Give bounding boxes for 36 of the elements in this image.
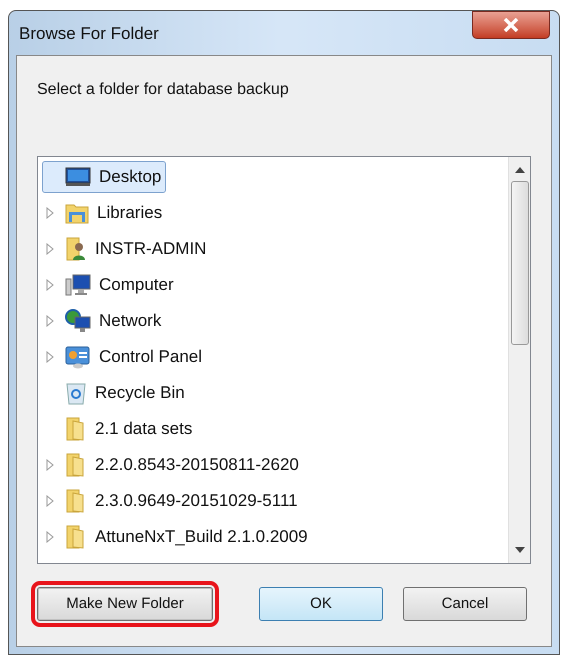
library-folder-icon [65,202,89,224]
tree-item[interactable]: 2.1 data sets [42,413,198,445]
expand-arrow-icon[interactable] [46,243,54,255]
user-folder-icon [65,237,87,261]
dialog-button[interactable]: OK [259,587,383,621]
recycle-bin-icon [65,381,87,405]
expand-arrow-icon[interactable] [46,279,54,291]
scroll-up-icon[interactable] [514,167,524,173]
tree-item[interactable]: 2.3.0.9649-20151029-5111 [42,485,303,517]
network-icon [65,309,91,333]
control-panel-icon [65,345,91,369]
monitor-icon [65,167,91,187]
tree-item[interactable]: AttuneNxT_Build 2.1.0.2009 [42,521,313,553]
scroll-down-icon[interactable] [514,547,524,553]
prompt-text: Select a folder for database backup [37,80,290,100]
tree-item[interactable]: Network [42,305,166,337]
tree-item[interactable]: Libraries [42,197,168,229]
expand-arrow-icon[interactable] [46,459,54,471]
tree-item[interactable]: Computer [42,269,179,301]
tree-item[interactable]: Desktop [42,161,166,193]
tree-item[interactable]: INSTR-ADMIN [42,233,212,265]
tree-item[interactable]: Recycle Bin [42,377,190,409]
close-button[interactable] [472,11,550,39]
tree-item[interactable]: Control Panel [42,341,208,373]
tree-item[interactable]: 2.2.0.8543-20150811-2620 [42,449,304,481]
expand-arrow-icon[interactable] [46,351,54,363]
expand-arrow-icon[interactable] [46,207,54,219]
expand-arrow-icon[interactable] [46,315,54,327]
scrollbar[interactable] [508,157,530,563]
window-title: Browse For Folder [19,23,159,45]
expand-arrow-icon[interactable] [46,495,54,507]
scroll-thumb[interactable] [510,181,528,345]
expand-arrow-icon[interactable] [46,531,54,543]
computer-icon [65,273,91,297]
close-icon [503,18,519,32]
dialog-button[interactable]: Cancel [403,587,527,621]
